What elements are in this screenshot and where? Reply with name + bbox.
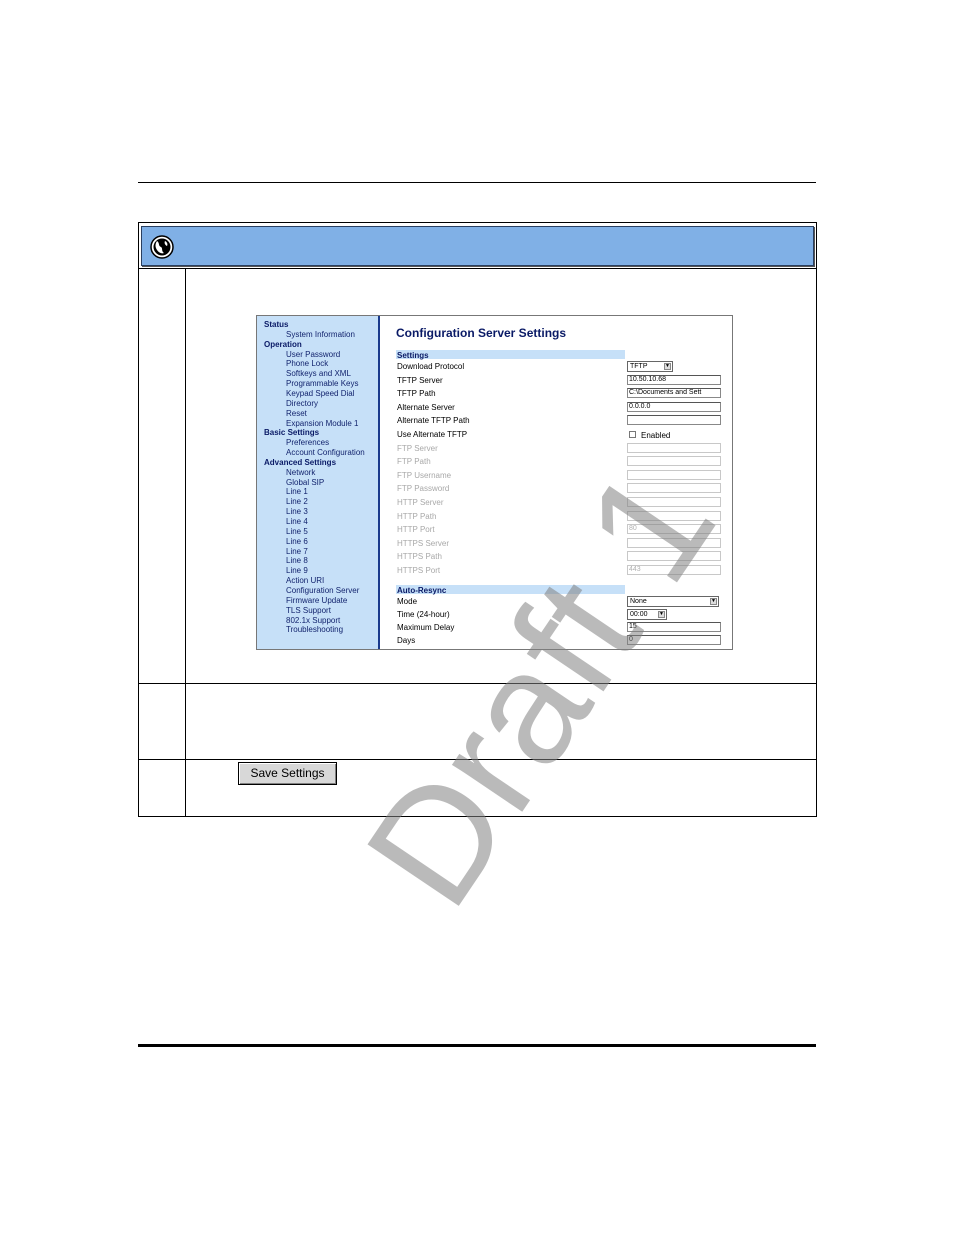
text-field[interactable]: C:\Documents and Sett bbox=[627, 388, 721, 399]
enabled-checkbox[interactable] bbox=[629, 431, 636, 438]
sidebar-link[interactable]: Line 9 bbox=[286, 566, 308, 575]
sidebar-link[interactable]: Line 4 bbox=[286, 517, 308, 526]
sidebar-link[interactable]: Global SIP bbox=[286, 478, 324, 487]
sidebar-heading: Advanced Settings bbox=[264, 457, 337, 467]
field-label: Time (24-hour) bbox=[397, 610, 450, 619]
sidebar-link[interactable]: Programmable Keys bbox=[286, 379, 358, 388]
sidebar-link[interactable]: Network bbox=[286, 468, 315, 477]
header-rule bbox=[138, 182, 816, 183]
section-bar bbox=[396, 350, 625, 359]
field-label: Alternate Server bbox=[397, 402, 455, 412]
sidebar-link[interactable]: Line 6 bbox=[286, 537, 308, 546]
sidebar-link[interactable]: Preferences bbox=[286, 438, 329, 447]
chevron-down-icon: ▼ bbox=[710, 598, 717, 605]
field-label: FTP Password bbox=[397, 484, 450, 494]
save-settings-button[interactable]: Save Settings bbox=[238, 762, 337, 785]
field-label: HTTP Server bbox=[397, 498, 444, 507]
field-label: TFTP Server bbox=[397, 375, 443, 385]
sidebar-link[interactable]: Troubleshooting bbox=[286, 625, 343, 634]
footer-rule bbox=[138, 1044, 816, 1047]
step-column-divider bbox=[185, 268, 186, 816]
field-label: TFTP Path bbox=[397, 389, 436, 399]
sidebar-link[interactable]: Line 8 bbox=[286, 556, 308, 565]
web-ui-sidebar: Status System Information Operation User Pa… bbox=[257, 316, 380, 649]
sidebar-link[interactable]: Line 5 bbox=[286, 527, 308, 536]
field-label: FTP Path bbox=[397, 457, 431, 467]
text-field[interactable]: 0.0.0.0 bbox=[627, 401, 721, 412]
page-title: Configuration Server Settings bbox=[396, 326, 567, 340]
settings-section-label: Settings bbox=[397, 351, 429, 360]
sidebar-link[interactable]: TLS Support bbox=[286, 606, 331, 615]
sidebar-link[interactable]: Directory bbox=[286, 399, 318, 408]
sidebar-link[interactable]: Reset bbox=[286, 409, 307, 418]
procedure-banner bbox=[141, 226, 814, 266]
web-globe-icon bbox=[150, 235, 174, 259]
field-label: HTTP Port bbox=[397, 525, 435, 535]
sidebar-link[interactable]: Firmware Update bbox=[286, 596, 347, 605]
sidebar-link[interactable]: Line 2 bbox=[286, 497, 308, 506]
sidebar-link[interactable]: Line 3 bbox=[286, 507, 308, 516]
text-field[interactable] bbox=[627, 415, 721, 426]
sidebar-heading: Status bbox=[264, 320, 289, 329]
field-label: Maximum Delay bbox=[397, 623, 455, 632]
checkbox-label: Enabled bbox=[641, 431, 671, 440]
sidebar-link[interactable]: Line 1 bbox=[286, 487, 308, 496]
field-label: FTP Server bbox=[397, 443, 438, 453]
sidebar-heading: Operation bbox=[264, 339, 302, 349]
field-label: Mode bbox=[397, 597, 418, 606]
dropdown-value: TFTP bbox=[630, 363, 648, 370]
sidebar-link[interactable]: User Password bbox=[286, 350, 340, 359]
autoresync-section-label: Auto-Resync bbox=[397, 586, 447, 595]
sidebar-link[interactable]: Configuration Server bbox=[286, 586, 359, 595]
chevron-down-icon: ▼ bbox=[664, 363, 671, 370]
text-field bbox=[627, 442, 721, 453]
field-label: Download Protocol bbox=[397, 362, 465, 371]
field-label: HTTP Path bbox=[397, 511, 437, 521]
field-label: Alternate TFTP Path bbox=[397, 416, 470, 426]
field-label: Use Alternate TFTP bbox=[397, 430, 468, 439]
sidebar-heading: Basic Settings bbox=[264, 428, 320, 438]
sidebar-link[interactable]: Expansion Module 1 bbox=[286, 419, 359, 428]
field-label: FTP Username bbox=[397, 470, 452, 480]
sidebar-link[interactable]: 802.1x Support bbox=[286, 616, 340, 625]
field-label: HTTPS Path bbox=[397, 552, 442, 562]
sidebar-link[interactable]: Keypad Speed Dial bbox=[286, 389, 355, 398]
sidebar-link[interactable]: Account Configuration bbox=[286, 448, 365, 457]
field-label: HTTPS Server bbox=[397, 538, 450, 548]
text-field[interactable]: 10.50.10.68 bbox=[627, 374, 721, 385]
sidebar-link[interactable]: System Information bbox=[286, 330, 355, 339]
sidebar-link[interactable]: Phone Lock bbox=[286, 359, 328, 368]
sidebar-link[interactable]: Action URI bbox=[286, 576, 324, 585]
field-label: HTTPS Port bbox=[397, 566, 441, 575]
field-label: Days bbox=[397, 636, 416, 645]
sidebar-link[interactable]: Line 7 bbox=[286, 547, 308, 556]
sidebar-link[interactable]: Softkeys and XML bbox=[286, 369, 351, 378]
dropdown-select[interactable]: TFTP ▼ bbox=[627, 361, 673, 372]
table-divider bbox=[139, 268, 816, 269]
